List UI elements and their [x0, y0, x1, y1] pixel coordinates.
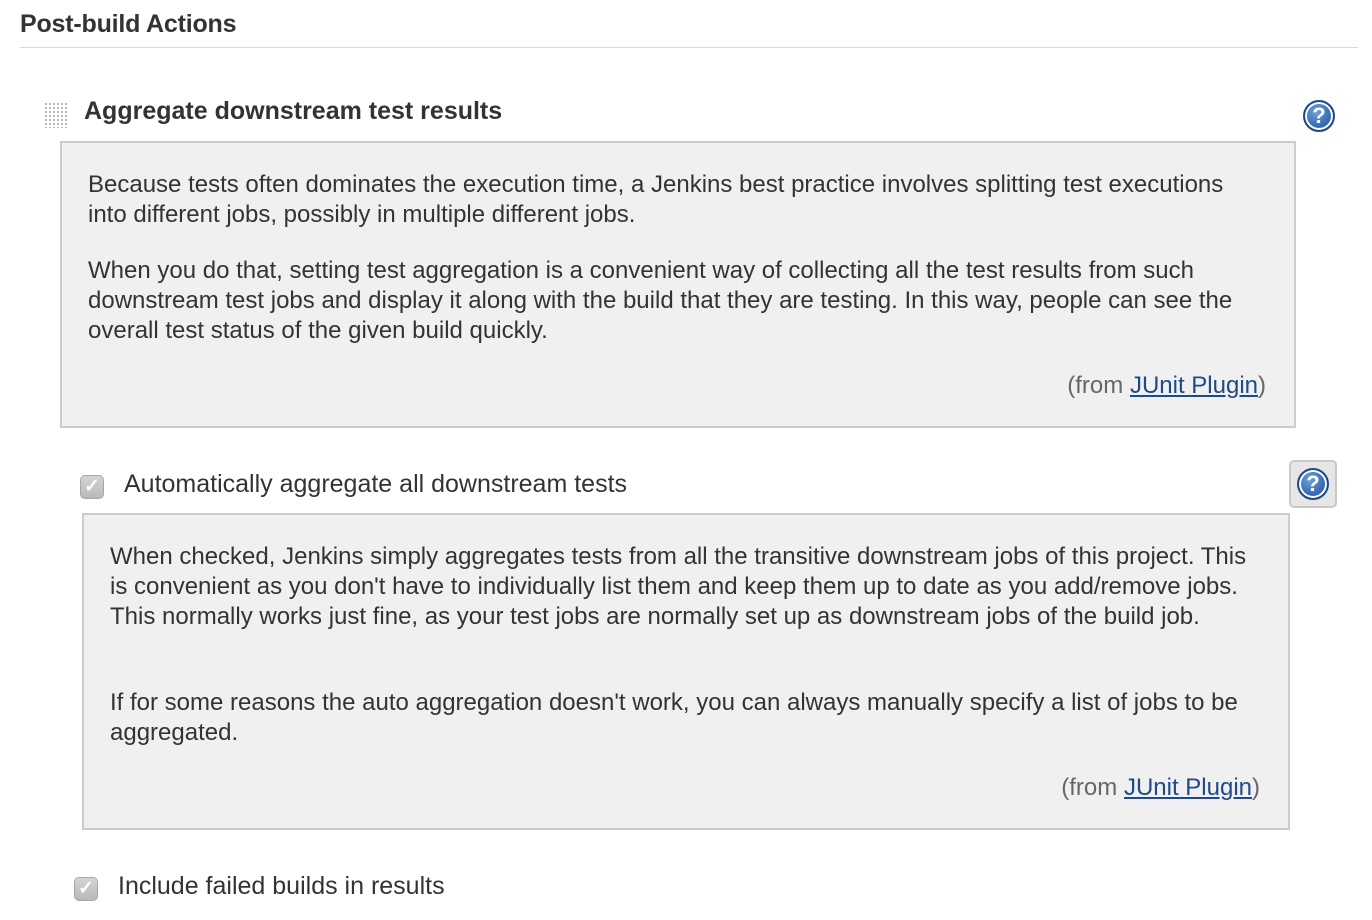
- checkmark-icon: ✓: [84, 476, 100, 497]
- auto-aggregate-checkbox[interactable]: ✓: [80, 475, 104, 499]
- help-source: (from JUnit Plugin): [1061, 773, 1260, 803]
- junit-plugin-link[interactable]: JUnit Plugin: [1124, 774, 1252, 801]
- help-source-suffix: ): [1252, 774, 1260, 801]
- question-mark-icon[interactable]: ?: [1297, 468, 1329, 500]
- drag-handle-icon[interactable]: [44, 102, 68, 128]
- section-title: Post-build Actions: [20, 10, 237, 38]
- checkmark-icon: ✓: [78, 878, 94, 899]
- include-failed-label: Include failed builds in results: [118, 872, 445, 900]
- help-source-prefix: (from: [1067, 372, 1130, 399]
- help-source: (from JUnit Plugin): [1067, 371, 1266, 401]
- help-paragraph: If for some reasons the auto aggregation…: [110, 689, 1238, 746]
- help-paragraph: When you do that, setting test aggregati…: [88, 257, 1233, 344]
- help-source-prefix: (from: [1061, 774, 1124, 801]
- help-button-active[interactable]: ?: [1289, 460, 1337, 508]
- help-paragraph: Because tests often dominates the execut…: [88, 171, 1224, 228]
- action-title: Aggregate downstream test results: [84, 97, 503, 125]
- question-mark-icon[interactable]: ?: [1303, 100, 1335, 132]
- auto-aggregate-help-box: When checked, Jenkins simply aggregates …: [82, 513, 1290, 830]
- help-source-suffix: ): [1258, 372, 1266, 399]
- include-failed-checkbox[interactable]: ✓: [74, 877, 98, 901]
- help-paragraph: When checked, Jenkins simply aggregates …: [110, 543, 1247, 630]
- action-help-box: Because tests often dominates the execut…: [60, 141, 1296, 428]
- auto-aggregate-label: Automatically aggregate all downstream t…: [124, 470, 628, 498]
- junit-plugin-link[interactable]: JUnit Plugin: [1130, 372, 1258, 399]
- section-header: Post-build Actions: [20, 8, 1358, 48]
